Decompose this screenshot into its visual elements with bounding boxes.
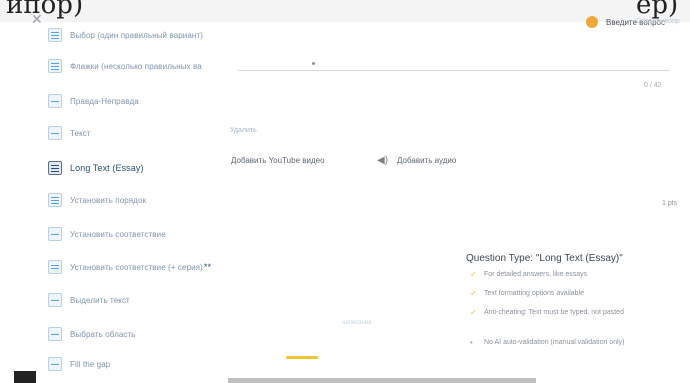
- delete-link[interactable]: Удалить: [230, 127, 257, 134]
- menu-item-label: Выделить текст: [70, 295, 130, 305]
- add-audio-label: Добавить аудио: [397, 156, 457, 165]
- question-input-line[interactable]: [238, 70, 670, 71]
- feature-item: ✓ Text formatting options available: [470, 289, 669, 298]
- menu-item-text[interactable]: Текст: [48, 122, 91, 144]
- close-icon[interactable]: ✕: [31, 11, 43, 28]
- question-type-title: Question Type: "Long Text (Essay)": [466, 253, 623, 264]
- add-youtube-button[interactable]: Добавить YouTube видео: [231, 156, 325, 165]
- menu-item-label: Флажки (несколько правильных ва: [70, 61, 202, 71]
- feature-item: • No AI auto-validation (manual validati…: [470, 338, 669, 347]
- feature-text: No AI auto-validation (manual validation…: [484, 339, 625, 346]
- menu-item-label: Fill the gap: [70, 359, 111, 369]
- menu-item-single-choice[interactable]: Выбор (один правильный вариант): [48, 24, 203, 46]
- create-question-link[interactable]: Создать вопр: [636, 18, 680, 25]
- progress-indicator: [286, 356, 318, 359]
- points-value[interactable]: 1 pts: [662, 200, 677, 207]
- faint-label: написание: [342, 320, 372, 326]
- check-icon: ✓: [470, 308, 477, 317]
- top-fragment-left: ипор): [6, 0, 84, 20]
- menu-item-label: Установить порядок: [70, 195, 147, 205]
- bottom-block: [14, 371, 36, 383]
- menu-item-match[interactable]: Установить соответствие: [48, 223, 166, 245]
- menu-item-label: Текст: [70, 128, 91, 138]
- feature-item: ✓ Anti-cheating: Text must be typed, not…: [470, 308, 669, 317]
- fill-gap-icon: [48, 357, 62, 371]
- menu-item-suffix: **: [203, 262, 212, 272]
- feature-item: ✓ For detailed answers, like essays: [470, 270, 669, 279]
- check-icon: ✓: [470, 270, 477, 279]
- menu-item-match-series[interactable]: Установить соответствие (+ серия) **: [48, 256, 211, 278]
- highlight-text-icon: [48, 293, 62, 307]
- menu-item-true-false[interactable]: Правда-Неправда: [48, 90, 139, 112]
- menu-item-label: Правда-Неправда: [70, 96, 139, 106]
- char-counter: 0 / 42: [644, 82, 662, 89]
- check-icon: ✓: [470, 289, 477, 298]
- menu-item-highlight-text[interactable]: Выделить текст: [48, 289, 130, 311]
- speaker-icon: ◀): [377, 155, 389, 166]
- menu-item-label: Выбрать область: [70, 329, 136, 339]
- info-icon: [586, 16, 598, 28]
- menu-item-label: Установить соответствие (+ серия): [70, 262, 203, 272]
- match-series-icon: [48, 260, 62, 274]
- select-area-icon: [48, 327, 62, 341]
- add-audio-button[interactable]: ◀) Добавить аудио: [377, 155, 456, 166]
- feature-text: For detailed answers, like essays: [484, 271, 588, 278]
- menu-item-select-area[interactable]: Выбрать область: [48, 323, 136, 345]
- text-icon: [48, 126, 62, 140]
- cursor-dot: [312, 62, 315, 65]
- menu-item-label: Выбор (один правильный вариант): [70, 30, 203, 40]
- true-false-icon: [48, 94, 62, 108]
- menu-item-order[interactable]: Установить порядок: [48, 189, 146, 211]
- match-icon: [48, 227, 62, 241]
- list-icon: [48, 28, 62, 42]
- long-text-icon: [48, 161, 62, 175]
- menu-item-label: Long Text (Essay): [70, 163, 144, 173]
- feature-text: Text formatting options available: [484, 290, 584, 297]
- bullet-icon: •: [470, 338, 473, 347]
- order-icon: [48, 193, 62, 207]
- menu-item-label: Установить соответствие: [70, 229, 166, 239]
- menu-item-multiple-choice[interactable]: Флажки (несколько правильных ва: [48, 55, 202, 77]
- menu-item-fill-gap[interactable]: Fill the gap: [48, 353, 110, 375]
- menu-item-long-text[interactable]: Long Text (Essay): [48, 157, 144, 179]
- bottom-bar: [228, 378, 536, 383]
- feature-text: Anti-cheating: Text must be typed, not p…: [484, 309, 624, 316]
- checkbox-list-icon: [48, 59, 62, 73]
